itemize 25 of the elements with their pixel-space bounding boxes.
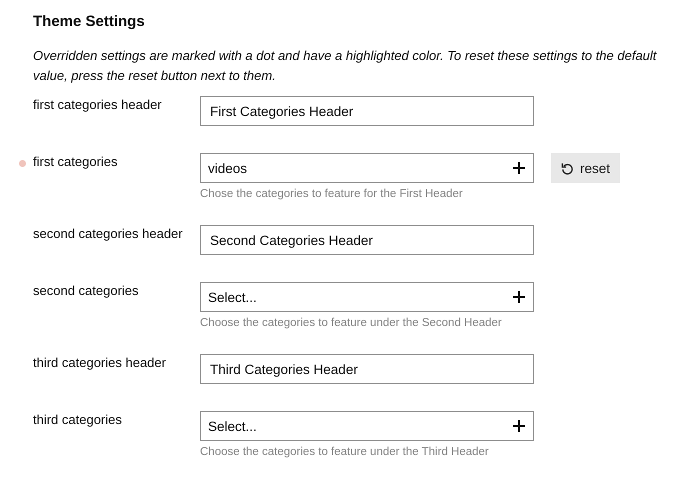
setting-label: second categories: [33, 282, 140, 300]
undo-icon: [561, 162, 574, 174]
setting-label: third categories header: [33, 354, 167, 372]
placeholder: Select...: [208, 418, 257, 434]
select-field[interactable]: videos: [200, 153, 534, 183]
setting-label: first categories header: [33, 96, 163, 114]
text-field[interactable]: First Categories Header: [200, 96, 534, 126]
setting-label: third categories: [33, 411, 123, 429]
text-field[interactable]: Third Categories Header: [200, 354, 534, 384]
reset-button[interactable]: reset: [551, 153, 620, 183]
setting-label: first categories: [33, 153, 119, 171]
plus-icon[interactable]: [513, 291, 525, 303]
select-field[interactable]: Select...: [200, 282, 534, 312]
help-text: Chose the categories to feature for the First Header: [200, 187, 464, 201]
intro-text: Overridden settings are marked with a dot and have a highlighted color. To reset these settings to the default value, press the reset button next to them.: [33, 47, 658, 85]
text-field[interactable]: Second Categories Header: [200, 225, 534, 255]
plus-icon[interactable]: [513, 420, 525, 432]
help-text: Choose the categories to feature under the Second Header: [200, 316, 503, 330]
plus-icon[interactable]: [513, 162, 525, 174]
setting-label: second categories header: [33, 225, 184, 243]
placeholder: Select...: [208, 290, 257, 304]
help-text: Choose the categories to feature under the Third Header: [200, 445, 490, 459]
section-title: Theme Settings: [33, 13, 146, 30]
selected-value: videos: [208, 160, 248, 176]
select-field[interactable]: Select...: [200, 411, 534, 441]
